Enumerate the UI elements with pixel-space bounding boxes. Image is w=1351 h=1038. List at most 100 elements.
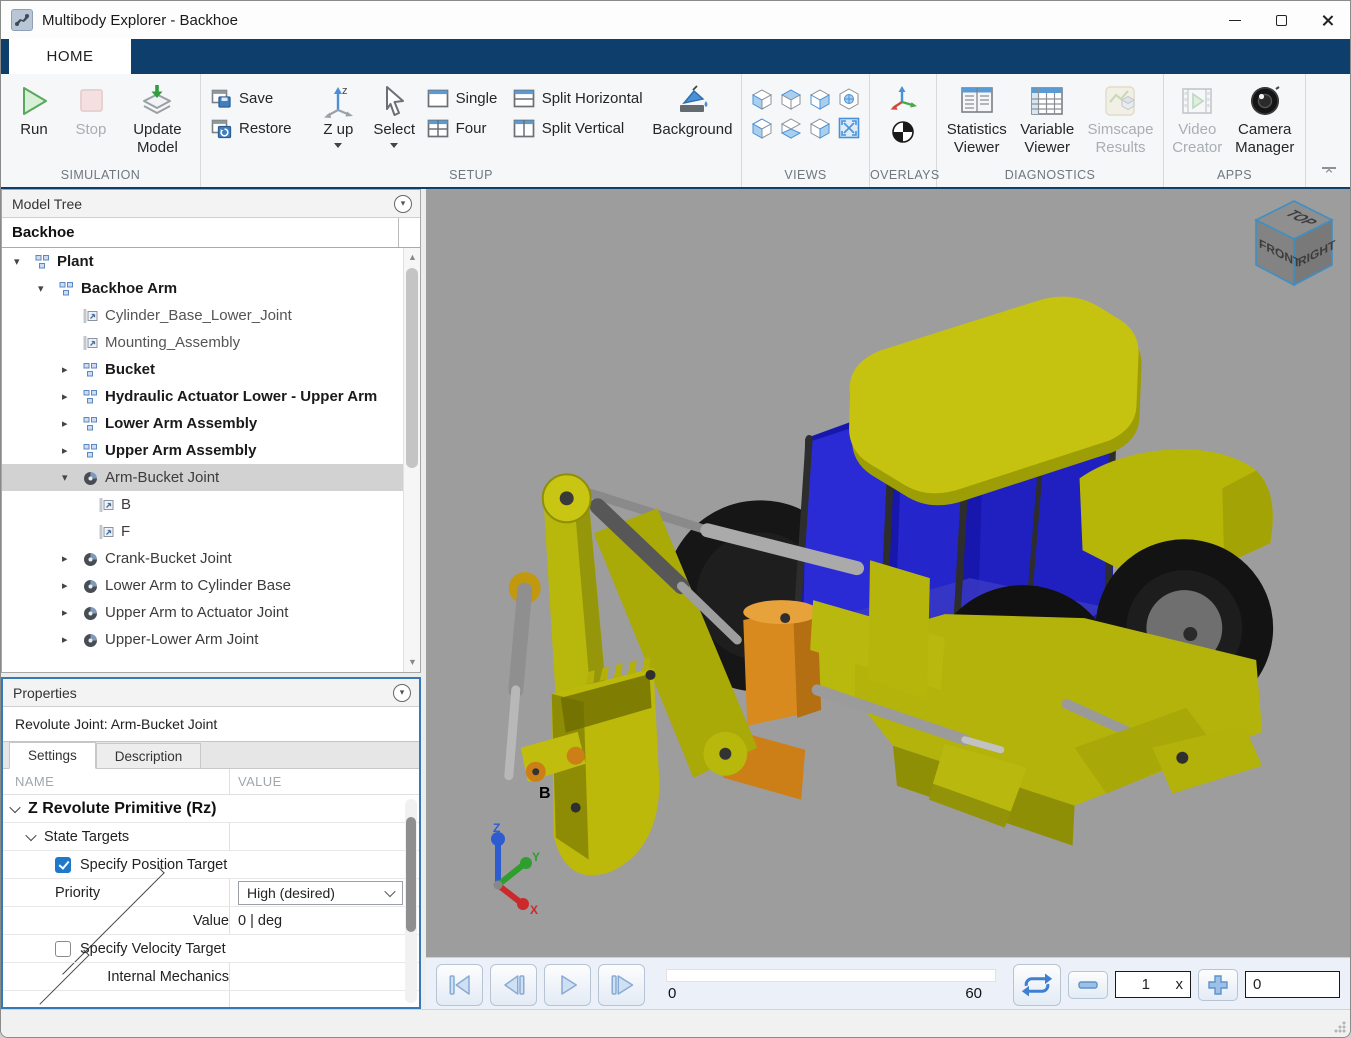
chevron-down-icon[interactable]	[9, 801, 20, 812]
specify-position-checkbox[interactable]	[55, 857, 71, 873]
update-model-button[interactable]: Update Model	[121, 81, 194, 157]
tree-item-arm-bucket-joint[interactable]: ▾ Arm-Bucket Joint	[2, 464, 420, 491]
close-button[interactable]	[1304, 1, 1350, 39]
tree-item-upper-arm-assembly[interactable]: ▸ Upper Arm Assembly	[2, 437, 420, 464]
speed-field[interactable]: 1 x	[1115, 971, 1191, 998]
step-back-button[interactable]	[490, 964, 537, 1006]
property-row-state-targets[interactable]: State Targets	[3, 823, 419, 851]
background-button[interactable]: Background	[650, 81, 735, 139]
variable-viewer-button[interactable]: Variable Viewer	[1014, 81, 1080, 157]
priority-dropdown[interactable]: High (desired)	[238, 881, 403, 905]
current-time-field[interactable]: 0	[1245, 971, 1340, 998]
property-row-primitive[interactable]: Z Revolute Primitive (Rz)	[3, 795, 419, 823]
center-of-mass-overlay-icon[interactable]	[891, 120, 915, 147]
view-bottom-icon[interactable]	[778, 114, 805, 141]
run-button[interactable]: Run	[7, 81, 61, 139]
property-row-internal-mechanics[interactable]: Internal Mechanics	[3, 963, 419, 991]
camera-manager-button[interactable]: Camera Manager	[1230, 81, 1299, 157]
loop-button[interactable]	[1013, 964, 1061, 1006]
view-isometric-icon[interactable]	[836, 85, 863, 112]
tree-item-cylinder-base-lower-joint[interactable]: Cylinder_Base_Lower_Joint	[2, 302, 420, 329]
z-up-button[interactable]: z Z up	[311, 81, 366, 148]
tree-item-upper-lower-arm-joint[interactable]: ▸ Upper-Lower Arm Joint	[2, 626, 420, 653]
resize-grip[interactable]	[1334, 1021, 1346, 1033]
statistics-viewer-button[interactable]: Statistics Viewer	[943, 81, 1010, 157]
view-left-icon[interactable]	[807, 85, 834, 112]
expand-closed-icon[interactable]: ▸	[62, 579, 82, 592]
save-button[interactable]: Save	[211, 83, 307, 113]
maximize-button[interactable]	[1258, 1, 1304, 39]
four-views-button[interactable]: Four	[427, 113, 505, 143]
expand-open-icon[interactable]: ▾	[14, 255, 34, 268]
minimize-button[interactable]	[1212, 1, 1258, 39]
tree-item-base-frame[interactable]: B	[2, 491, 420, 518]
restore-button[interactable]: Restore	[211, 113, 307, 143]
view-top-icon[interactable]	[778, 85, 805, 112]
viewport-3d[interactable]: TOP FRONT RIGHT Z Y X	[426, 189, 1350, 957]
speed-decrease-button[interactable]	[1068, 971, 1108, 999]
tree-item-upper-arm-to-actuator-joint[interactable]: ▸ Upper Arm to Actuator Joint	[2, 599, 420, 626]
property-row-value[interactable]: Value 0 | deg	[3, 907, 419, 935]
play-button[interactable]	[544, 964, 591, 1006]
view-right-icon[interactable]	[807, 114, 834, 141]
properties-scrollbar-thumb[interactable]	[406, 817, 416, 932]
stop-button[interactable]: Stop	[61, 81, 121, 139]
view-front-icon[interactable]	[749, 85, 776, 112]
subsystem-icon	[82, 443, 100, 459]
update-model-icon	[138, 81, 176, 121]
expand-closed-icon[interactable]: ▸	[62, 552, 82, 565]
property-row-specify-position[interactable]: Specify Position Target	[3, 851, 419, 879]
split-horizontal-button[interactable]: Split Horizontal	[513, 83, 646, 113]
expand-closed-icon[interactable]: ▸	[62, 444, 82, 457]
property-row-specify-velocity[interactable]: Specify Velocity Target	[3, 935, 419, 963]
properties-scrollbar[interactable]	[405, 799, 417, 1003]
expand-closed-icon[interactable]: ▸	[62, 417, 82, 430]
simscape-results-button[interactable]: Simscape Results	[1084, 81, 1157, 157]
specify-velocity-checkbox[interactable]	[55, 941, 71, 957]
expand-closed-icon[interactable]: ▸	[62, 633, 82, 646]
tree-item-backhoe-arm[interactable]: ▾ Backhoe Arm	[2, 275, 420, 302]
properties-menu-button[interactable]: ▾	[393, 684, 411, 702]
video-creator-button[interactable]: Video Creator	[1170, 81, 1224, 157]
scroll-down-icon[interactable]: ▼	[404, 655, 420, 670]
tree-item-plant[interactable]: ▾ Plant	[2, 248, 420, 275]
select-button[interactable]: Select	[366, 81, 423, 148]
model-tree-menu-button[interactable]: ▾	[394, 195, 412, 213]
tree-item-follower-frame[interactable]: F	[2, 518, 420, 545]
speed-increase-button[interactable]	[1198, 969, 1238, 1001]
position-target-value[interactable]: 0 | deg	[238, 913, 282, 929]
frame-overlay-icon[interactable]	[889, 85, 917, 114]
expand-open-icon[interactable]: ▾	[38, 282, 58, 295]
tree-item-hydraulic-actuator-lower-upper-arm[interactable]: ▸ Hydraulic Actuator Lower - Upper Arm	[2, 383, 420, 410]
expand-closed-icon[interactable]: ▸	[62, 606, 82, 619]
playback-bar: 0 60 1 x 0	[426, 957, 1350, 1011]
fit-to-view-icon[interactable]	[836, 114, 863, 141]
single-view-button[interactable]: Single	[427, 83, 505, 113]
tab-settings[interactable]: Settings	[9, 742, 96, 769]
tree-item-lower-arm-assembly[interactable]: ▸ Lower Arm Assembly	[2, 410, 420, 437]
tree-item-crank-bucket-joint[interactable]: ▸ Crank-Bucket Joint	[2, 545, 420, 572]
chevron-down-icon[interactable]	[25, 829, 36, 840]
scroll-up-icon[interactable]: ▲	[404, 250, 420, 265]
backhoe-3d-model[interactable]	[426, 189, 1350, 955]
tree-item-lower-arm-to-cylinder-base[interactable]: ▸ Lower Arm to Cylinder Base	[2, 572, 420, 599]
view-cube[interactable]: TOP FRONT RIGHT	[1248, 195, 1340, 294]
step-forward-button[interactable]	[598, 964, 645, 1006]
split-vertical-button[interactable]: Split Vertical	[513, 113, 646, 143]
view-back-icon[interactable]	[749, 114, 776, 141]
overlays-buttons	[870, 74, 936, 168]
expand-closed-icon[interactable]: ▸	[62, 363, 82, 376]
tab-description[interactable]: Description	[96, 743, 202, 768]
tree-item-mounting-assembly[interactable]: Mounting_Assembly	[2, 329, 420, 356]
timeline-track[interactable]	[666, 969, 996, 982]
expand-open-icon[interactable]: ▾	[62, 471, 82, 484]
go-to-start-button[interactable]	[436, 964, 483, 1006]
tree-item-bucket[interactable]: ▸ Bucket	[2, 356, 420, 383]
tree-scrollbar-thumb[interactable]	[406, 268, 418, 468]
collapse-ribbon-button[interactable]: ⌃	[1322, 167, 1336, 181]
expand-closed-icon[interactable]: ▸	[62, 390, 82, 403]
minus-icon	[1078, 980, 1098, 990]
tree-scrollbar[interactable]: ▲ ▼	[403, 248, 420, 672]
tree-root-row[interactable]: Backhoe	[2, 218, 420, 248]
tab-home[interactable]: HOME	[9, 39, 131, 74]
